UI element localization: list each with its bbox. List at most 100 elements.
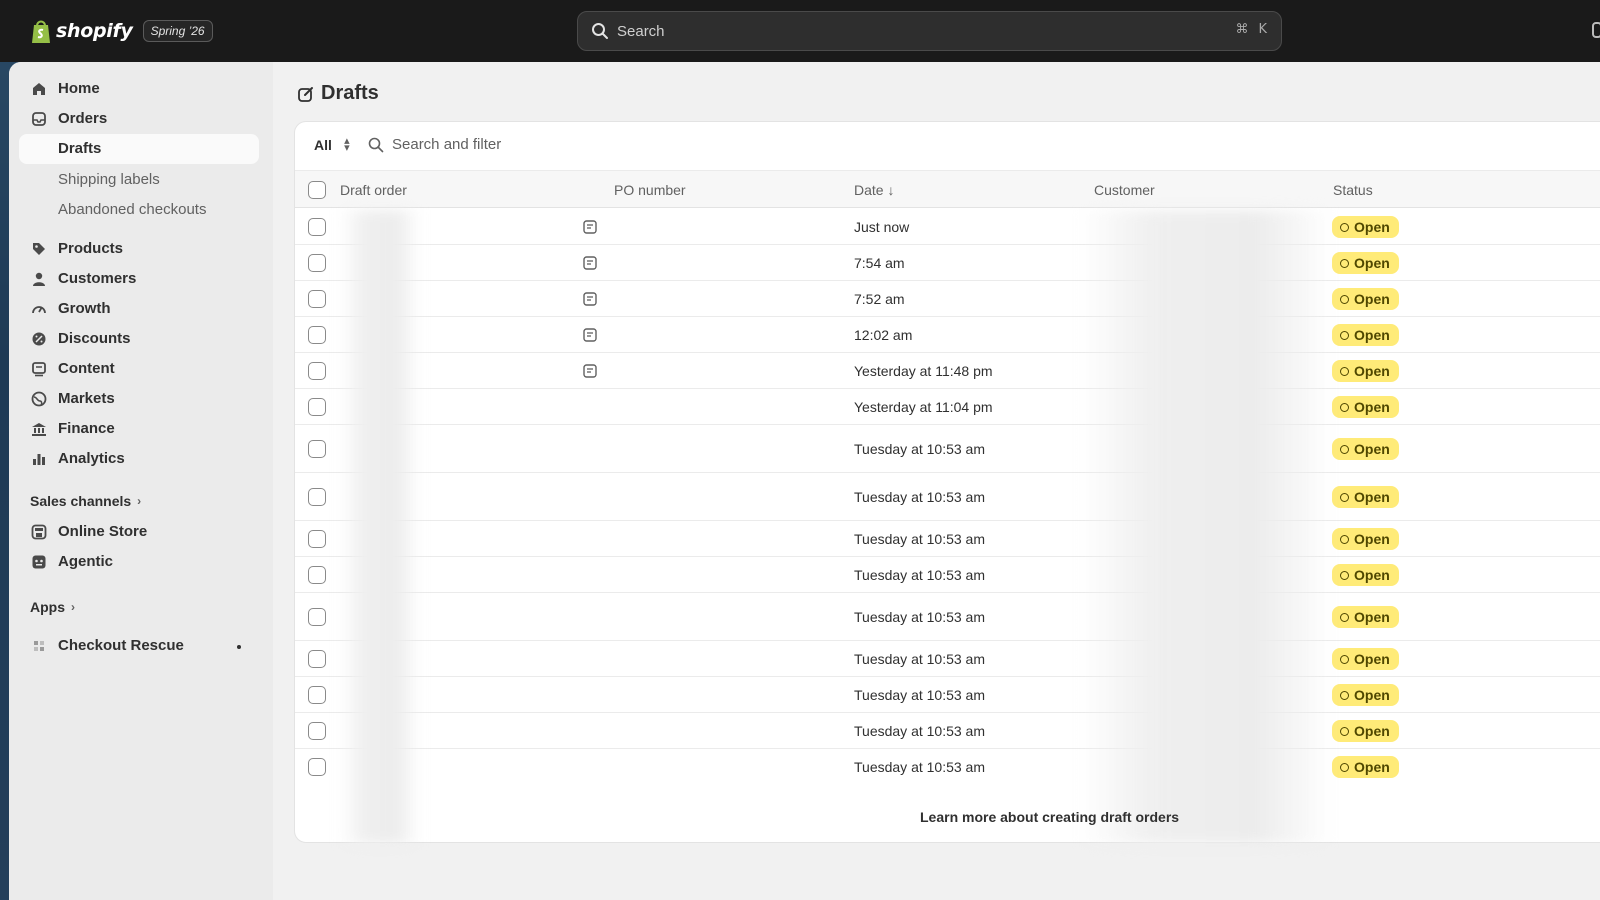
sidebar-item-orders[interactable]: Orders <box>19 104 259 134</box>
row-checkbox[interactable] <box>308 686 326 704</box>
row-checkbox[interactable] <box>308 326 326 344</box>
column-date[interactable]: Date ↓ <box>854 182 894 198</box>
search-shortcut: ⌘ K <box>1235 22 1267 37</box>
sidebar-item-home[interactable]: Home <box>19 74 259 104</box>
row-checkbox[interactable] <box>308 608 326 626</box>
sidebar-item-discounts[interactable]: Discounts <box>19 324 259 354</box>
search-icon <box>592 23 608 39</box>
note-icon <box>583 256 597 270</box>
page-title: Drafts <box>297 82 379 105</box>
note-icon <box>583 364 597 378</box>
table-row[interactable]: Tuesday at 10:53 am Open <box>295 425 1600 473</box>
table-row[interactable]: Tuesday at 10:53 am Open <box>295 641 1600 677</box>
app-indicator-dot <box>237 645 241 649</box>
table-row[interactable]: 7:54 am Open <box>295 245 1600 281</box>
row-checkbox[interactable] <box>308 530 326 548</box>
store-icon <box>31 524 47 540</box>
sidebar-item-online-store[interactable]: Online Store <box>19 517 259 547</box>
row-date: Tuesday at 10:53 am <box>854 687 986 703</box>
status-badge: Open <box>1332 756 1399 778</box>
row-checkbox[interactable] <box>308 758 326 776</box>
sidebar-item-shipping-labels[interactable]: Shipping labels <box>58 171 160 188</box>
table-row[interactable]: Tuesday at 10:53 am Open <box>295 557 1600 593</box>
table-row[interactable]: Tuesday at 10:53 am Open <box>295 677 1600 713</box>
app-frame: Home Orders Drafts Shipping labels Aband… <box>9 62 1600 900</box>
table-row[interactable]: Just now Open <box>295 209 1600 245</box>
row-checkbox[interactable] <box>308 218 326 236</box>
row-checkbox[interactable] <box>308 290 326 308</box>
sidebar-item-agentic[interactable]: Agentic <box>19 547 259 577</box>
status-text: Open <box>1354 651 1390 667</box>
table-row[interactable]: Yesterday at 11:04 pm Open <box>295 389 1600 425</box>
open-status-icon <box>1340 222 1349 232</box>
sidebar-item-label: Home <box>58 80 100 97</box>
search-and-filter-button[interactable]: Search and filter <box>368 136 501 153</box>
column-draft-order[interactable]: Draft order <box>340 182 407 198</box>
open-status-icon <box>1340 726 1349 736</box>
status-text: Open <box>1354 531 1390 547</box>
table-row[interactable]: Tuesday at 10:53 am Open <box>295 749 1600 785</box>
select-all-checkbox[interactable] <box>308 181 326 199</box>
table-row[interactable]: Yesterday at 11:48 pm Open <box>295 353 1600 389</box>
status-text: Open <box>1354 723 1390 739</box>
row-checkbox[interactable] <box>308 650 326 668</box>
learn-more-link[interactable]: Learn more about creating draft orders <box>920 809 1179 825</box>
sidebar-item-label: Markets <box>58 390 115 407</box>
sales-channels-header[interactable]: Sales channels › <box>30 493 141 509</box>
open-status-icon <box>1340 690 1349 700</box>
sidebar-item-customers[interactable]: Customers <box>19 264 259 294</box>
open-status-icon <box>1340 330 1349 340</box>
column-status[interactable]: Status <box>1333 182 1373 198</box>
bar-chart-icon <box>33 454 45 465</box>
sort-toggle-icon: ▴ ▾ <box>344 135 350 154</box>
open-status-icon <box>1340 258 1349 268</box>
row-checkbox[interactable] <box>308 722 326 740</box>
status-badge: Open <box>1332 648 1399 670</box>
row-checkbox[interactable] <box>308 362 326 380</box>
global-search-input[interactable]: Search ⌘ K <box>577 11 1282 51</box>
status-badge: Open <box>1332 396 1399 418</box>
note-icon <box>583 220 597 234</box>
sidebar-item-content[interactable]: Content <box>19 354 259 384</box>
row-checkbox[interactable] <box>308 488 326 506</box>
row-checkbox[interactable] <box>308 566 326 584</box>
sidebar-item-markets[interactable]: Markets <box>19 384 259 414</box>
sidebar-item-abandoned-checkouts[interactable]: Abandoned checkouts <box>58 201 206 218</box>
row-checkbox[interactable] <box>308 440 326 458</box>
row-checkbox[interactable] <box>308 254 326 272</box>
view-tab-label: All <box>314 137 332 153</box>
view-tab-all[interactable]: All ▴ ▾ <box>314 135 352 154</box>
sidebar-item-label: Agentic <box>58 553 114 570</box>
column-customer[interactable]: Customer <box>1094 182 1155 198</box>
sidebar-item-products[interactable]: Products <box>19 234 259 264</box>
table-row[interactable]: Tuesday at 10:53 am Open <box>295 521 1600 557</box>
table-row[interactable]: 7:52 am Open <box>295 281 1600 317</box>
sidebar-item-checkout-rescue[interactable]: Checkout Rescue <box>19 631 259 661</box>
status-text: Open <box>1354 399 1390 415</box>
store-avatar-icon[interactable] <box>1592 22 1600 38</box>
app-icon <box>34 641 44 651</box>
row-date: Tuesday at 10:53 am <box>854 759 986 775</box>
brand-wordmark: shopify <box>56 20 133 42</box>
shopify-logo[interactable]: shopify Spring ’26 <box>30 18 213 44</box>
drafts-table-card: All ▴ ▾ Search and filter Draft order PO … <box>294 121 1600 844</box>
sidebar-item-drafts[interactable]: Drafts <box>19 134 259 164</box>
table-row[interactable]: Tuesday at 10:53 am Open <box>295 473 1600 521</box>
status-badge: Open <box>1332 288 1399 310</box>
sidebar-item-label: Growth <box>58 300 111 317</box>
status-badge: Open <box>1332 720 1399 742</box>
table-row[interactable]: Tuesday at 10:53 am Open <box>295 713 1600 749</box>
discount-icon <box>32 332 46 346</box>
sidebar-item-label: Online Store <box>58 523 148 540</box>
table-row[interactable]: 12:02 am Open <box>295 317 1600 353</box>
globe-icon <box>31 391 47 407</box>
column-po-number[interactable]: PO number <box>614 182 686 198</box>
row-checkbox[interactable] <box>308 398 326 416</box>
apps-header[interactable]: Apps › <box>30 599 75 615</box>
sidebar-item-label: Discounts <box>58 330 131 347</box>
sidebar-item-finance[interactable]: Finance <box>19 414 259 444</box>
sidebar-item-growth[interactable]: Growth <box>19 294 259 324</box>
table-row[interactable]: Tuesday at 10:53 am Open <box>295 593 1600 641</box>
sidebar-item-analytics[interactable]: Analytics <box>19 444 259 474</box>
status-text: Open <box>1354 759 1390 775</box>
